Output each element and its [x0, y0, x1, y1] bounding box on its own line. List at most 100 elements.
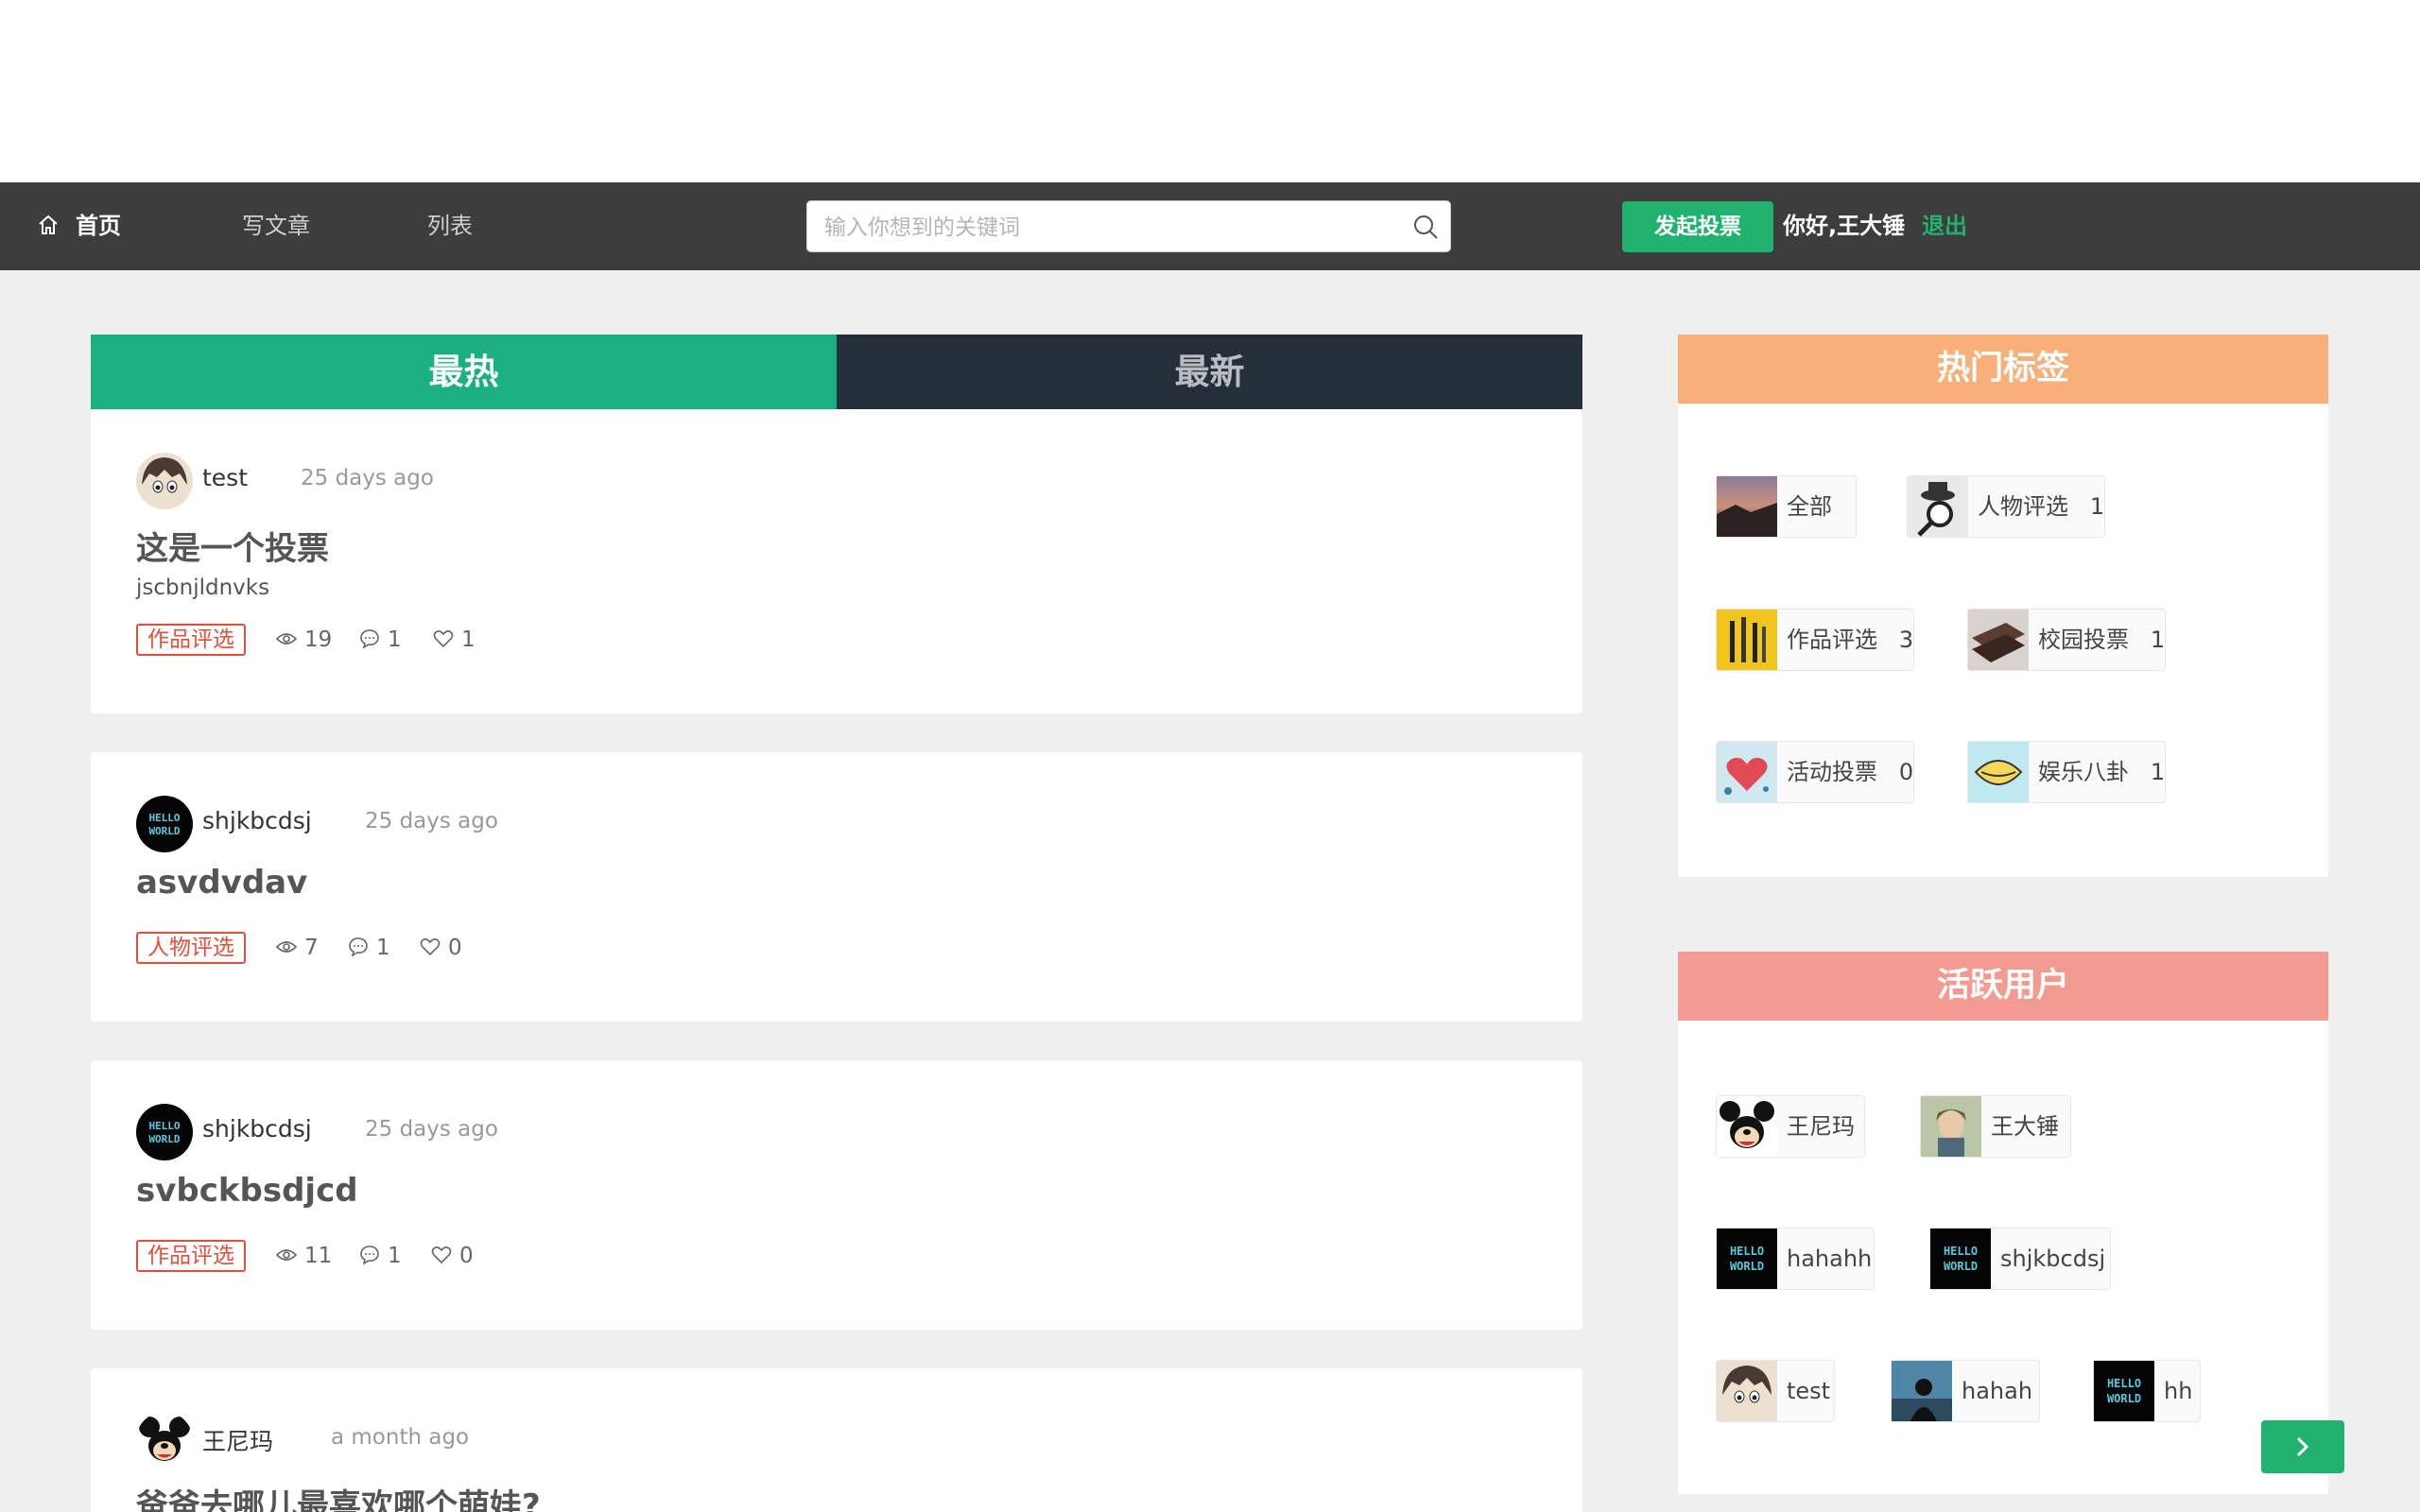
top-blank-area: [0, 0, 2420, 182]
comment-count: 1: [359, 1240, 402, 1272]
eye-icon: [275, 941, 298, 953]
post-description: jscbnjldnvks: [136, 576, 270, 600]
view-count: 11: [275, 1240, 332, 1272]
svg-text:HELLO: HELLO: [1730, 1245, 1764, 1258]
active-users-title: 活跃用户: [1678, 952, 2328, 1021]
tag-label: 全部: [1787, 493, 1832, 520]
svg-text:HELLO: HELLO: [148, 1120, 180, 1132]
user-name: hahahh: [1787, 1246, 1873, 1272]
avatar: [1717, 1096, 1777, 1157]
comment-count: 1: [359, 624, 402, 656]
user-chip[interactable]: 王大锤: [1920, 1095, 2071, 1158]
like-count[interactable]: 0: [431, 1240, 474, 1272]
eye-icon: [275, 633, 298, 644]
heart-icon: [420, 938, 441, 956]
post-tag[interactable]: 作品评选: [136, 624, 246, 656]
user-name: test: [1787, 1378, 1831, 1404]
user-name: hahah: [1962, 1378, 2033, 1404]
post-time: 25 days ago: [301, 466, 434, 490]
post-author[interactable]: test: [202, 464, 248, 491]
post-tag[interactable]: 作品评选: [136, 1240, 246, 1272]
logout-link[interactable]: 退出: [1922, 182, 1967, 270]
post-card[interactable]: HELLO WORLD shjkbcdsj 25 days ago svbckbs…: [91, 1060, 1582, 1330]
tag-label: 人物评选 1: [1978, 493, 2105, 520]
post-time: a month ago: [331, 1425, 470, 1450]
tag-image: [1908, 476, 1968, 537]
next-button[interactable]: [2261, 1420, 2344, 1473]
heart-icon: [433, 630, 454, 648]
user-name: hh: [2164, 1378, 2193, 1404]
sort-tabs: 最热 最新: [91, 335, 1582, 409]
comment-icon: [360, 629, 379, 649]
svg-text:WORLD: WORLD: [148, 825, 180, 837]
search-icon[interactable]: [1412, 214, 1439, 240]
active-users-panel: 活跃用户 王尼玛 王大锤 HELLO WORLD hahahh HELLO WORL…: [1678, 952, 2328, 1494]
post-title[interactable]: 爸爸去哪儿最喜欢哪个萌娃?: [136, 1480, 541, 1512]
avatar: [1717, 1361, 1777, 1421]
avatar[interactable]: [136, 453, 193, 509]
post-card[interactable]: HELLO WORLD shjkbcdsj 25 days ago asvdvda…: [91, 752, 1582, 1022]
nav-write-article[interactable]: 写文章: [242, 182, 310, 270]
comment-count: 1: [348, 932, 390, 964]
chevron-right-icon: [2296, 1436, 2309, 1457]
post-author[interactable]: shjkbcdsj: [202, 807, 312, 834]
user-name: 王大锤: [1991, 1113, 2059, 1140]
tag-chip-person[interactable]: 人物评选 1: [1907, 475, 2105, 538]
tag-chip-activity[interactable]: 活动投票 0: [1716, 741, 1914, 803]
avatar: HELLO WORLD: [2094, 1361, 2154, 1421]
tab-new[interactable]: 最新: [837, 335, 1582, 409]
tag-image: [1968, 742, 2029, 802]
user-chip[interactable]: HELLO WORLD shjkbcdsj: [1929, 1228, 2111, 1290]
like-count[interactable]: 1: [433, 624, 475, 656]
search-box: [806, 200, 1451, 252]
user-chip[interactable]: HELLO WORLD hh: [2093, 1360, 2201, 1422]
avatar: [1921, 1096, 1981, 1157]
tag-label: 作品评选 3: [1787, 627, 1914, 653]
search-input[interactable]: [822, 209, 1393, 247]
post-tag[interactable]: 人物评选: [136, 932, 246, 964]
post-time: 25 days ago: [365, 809, 498, 833]
post-card[interactable]: 王尼玛 a month ago 爸爸去哪儿最喜欢哪个萌娃?: [91, 1368, 1582, 1512]
avatar[interactable]: [136, 1412, 193, 1469]
avatar: HELLO WORLD: [1717, 1228, 1777, 1289]
user-chip[interactable]: 王尼玛: [1716, 1095, 1865, 1158]
post-title[interactable]: svbckbsdjcd: [136, 1172, 358, 1210]
tag-image: [1717, 742, 1777, 802]
user-name: shjkbcdsj: [2000, 1246, 2106, 1272]
tag-label: 校园投票 1: [2038, 627, 2166, 653]
home-icon: [39, 215, 58, 234]
tag-chip-campus[interactable]: 校园投票 1: [1967, 609, 2166, 671]
nav-list[interactable]: 列表: [427, 182, 473, 270]
post-title[interactable]: asvdvdav: [136, 864, 307, 902]
start-vote-button[interactable]: 发起投票: [1622, 201, 1773, 252]
avatar: HELLO WORLD: [1930, 1228, 1991, 1289]
svg-text:WORLD: WORLD: [148, 1133, 180, 1145]
avatar: [1892, 1361, 1952, 1421]
post-card[interactable]: test 25 days ago 这是一个投票 jscbnjldnvks 作品评…: [91, 409, 1582, 713]
tag-image: [1717, 610, 1777, 670]
user-chip[interactable]: HELLO WORLD hahahh: [1716, 1228, 1875, 1290]
view-count: 7: [275, 932, 319, 964]
avatar[interactable]: HELLO WORLD: [136, 1104, 193, 1160]
nav-home[interactable]: 首页: [38, 182, 121, 270]
avatar[interactable]: HELLO WORLD: [136, 796, 193, 852]
tag-chip-works[interactable]: 作品评选 3: [1716, 609, 1914, 671]
svg-text:WORLD: WORLD: [1730, 1260, 1764, 1273]
like-count[interactable]: 0: [420, 932, 462, 964]
view-count: 19: [275, 624, 332, 656]
svg-text:HELLO: HELLO: [2107, 1377, 2141, 1390]
hot-tags-panel: 热门标签 全部 人物评选 1 作品评选 3 校园投票 1 活动投票 0 娱乐八卦…: [1678, 335, 2328, 877]
post-title[interactable]: 这是一个投票: [136, 523, 329, 569]
tag-label: 娱乐八卦 1: [2038, 759, 2166, 785]
post-author[interactable]: 王尼玛: [202, 1423, 273, 1457]
svg-text:WORLD: WORLD: [1944, 1260, 1978, 1273]
comment-icon: [349, 937, 368, 957]
heart-icon: [431, 1246, 452, 1264]
tab-hot[interactable]: 最热: [91, 335, 837, 409]
user-chip[interactable]: test: [1716, 1360, 1835, 1422]
tag-chip-entertainment[interactable]: 娱乐八卦 1: [1967, 741, 2166, 803]
svg-text:HELLO: HELLO: [148, 812, 180, 824]
user-chip[interactable]: hahah: [1891, 1360, 2040, 1422]
tag-chip-all[interactable]: 全部: [1716, 475, 1857, 538]
post-author[interactable]: shjkbcdsj: [202, 1115, 312, 1143]
